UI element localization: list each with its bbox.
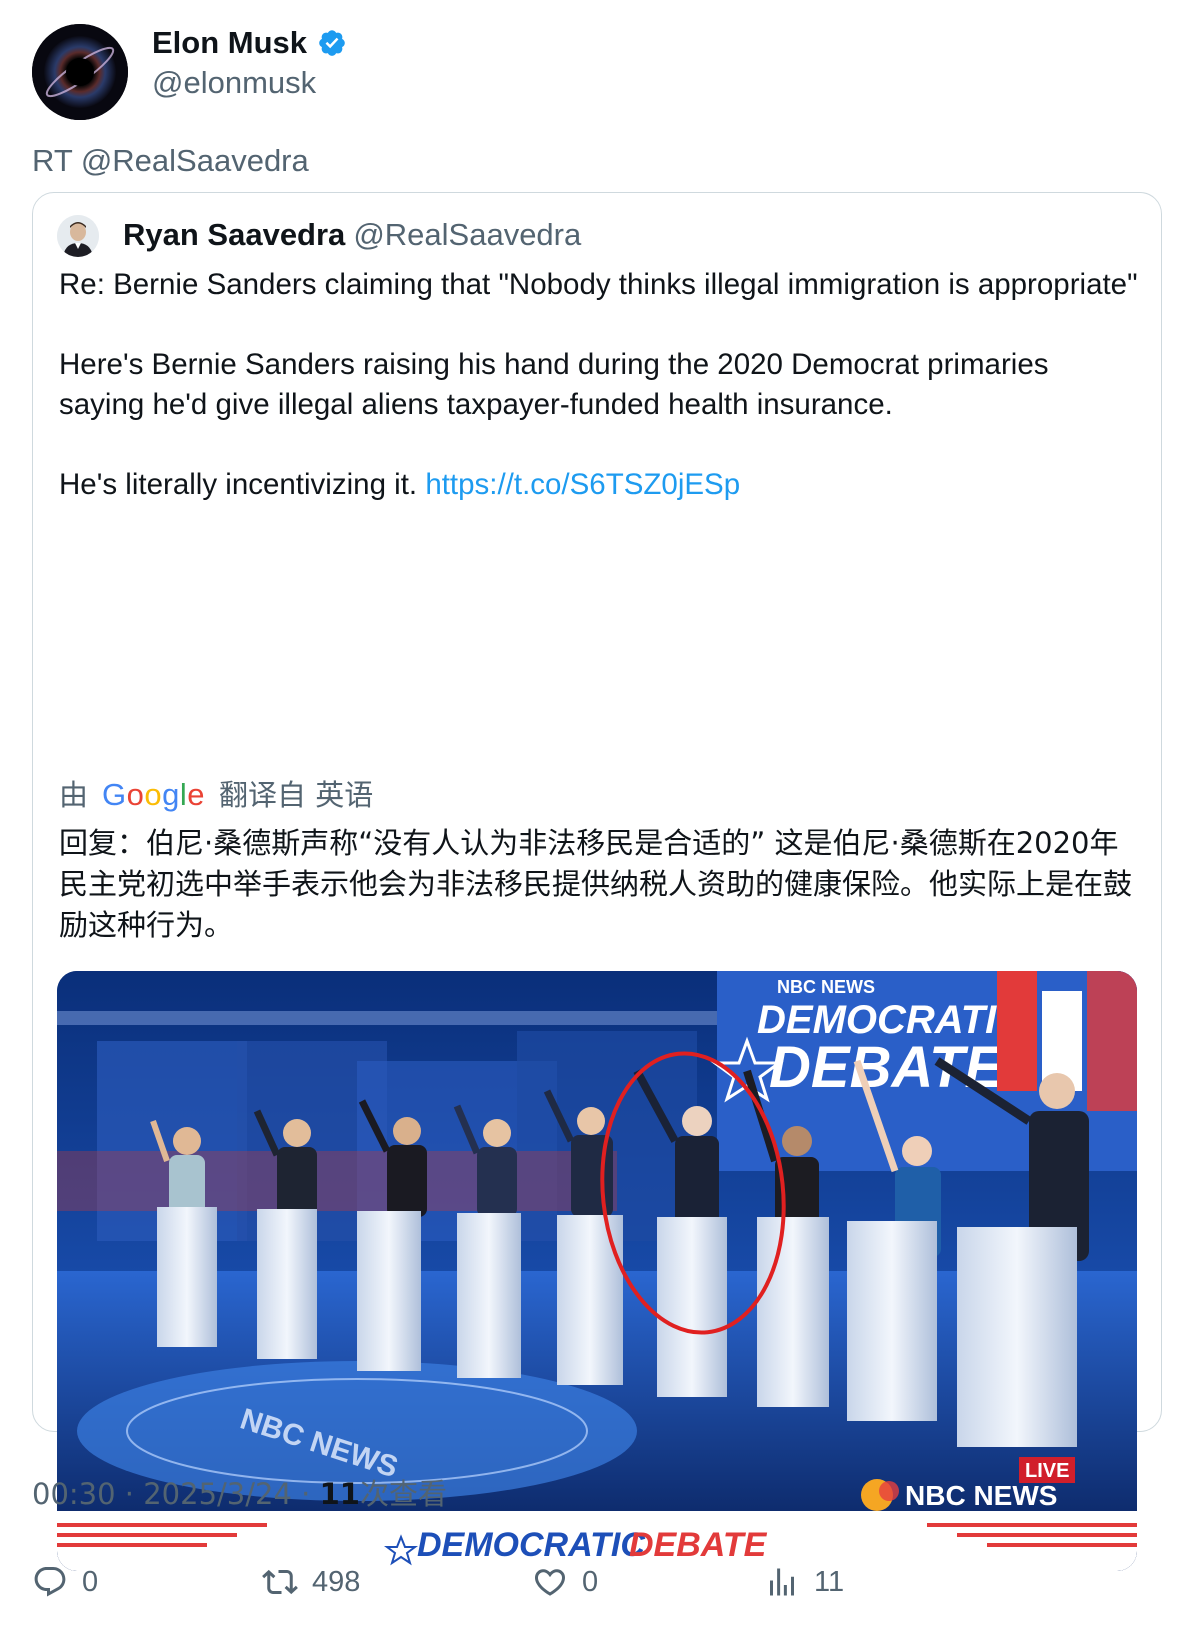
translation-attribution: 由 Google 翻译自 英语 <box>59 775 373 815</box>
tweet-time[interactable]: 00:30 <box>32 1477 116 1511</box>
google-logo: Google <box>102 777 206 812</box>
quoted-tweet-text: Re: Bernie Sanders claiming that "Nobody… <box>59 265 1139 545</box>
author-handle[interactable]: @elonmusk <box>152 64 316 102</box>
author-avatar[interactable] <box>32 24 128 120</box>
reply-count: 0 <box>82 1566 99 1598</box>
tweet-page: Elon Musk @elonmusk RT @RealSaavedra Rya… <box>0 0 1196 1630</box>
quoted-author-avatar[interactable] <box>57 215 99 257</box>
views-button[interactable]: 11 <box>764 1560 844 1604</box>
analytics-icon <box>770 1568 794 1596</box>
translated-text: 回复：伯尼·桑德斯声称“没有人认为非法移民是合适的” 这是伯尼·桑德斯在2020… <box>59 826 1133 942</box>
retweet-icon <box>262 1569 298 1595</box>
views-action-count: 11 <box>814 1566 845 1598</box>
tweet-link[interactable]: https://t.co/S6TSZ0jESp <box>425 468 740 501</box>
bottom-banner-debate: DEBATE <box>629 1526 768 1564</box>
meta-separator: · <box>124 1477 135 1511</box>
quoted-tweet-card[interactable]: Ryan Saavedra @RealSaavedra Re: Bernie Sa… <box>32 192 1162 1571</box>
retweet-count: 498 <box>312 1566 361 1598</box>
like-count: 0 <box>582 1566 599 1598</box>
live-badge: LIVE <box>1025 1460 1069 1482</box>
quoted-paragraph-3-text: He's literally incentivizing it. <box>59 468 418 501</box>
like-button[interactable]: 0 <box>532 1560 598 1604</box>
nbc-news-watermark: NBC NEWS <box>905 1480 1057 1511</box>
banner-nbc-small: NBC NEWS <box>777 977 875 997</box>
verified-badge-icon <box>319 30 345 56</box>
heart-icon <box>534 1569 566 1596</box>
quoted-author-handle[interactable]: @RealSaavedra <box>353 217 581 252</box>
views-count: 11 <box>319 1477 360 1511</box>
quoted-author-name[interactable]: Ryan Saavedra <box>123 217 345 252</box>
author-name-row[interactable]: Elon Musk <box>152 24 347 62</box>
retweet-button[interactable]: 498 <box>262 1560 360 1604</box>
views-label: 次查看 <box>359 1477 447 1511</box>
reply-icon <box>34 1567 66 1597</box>
translate-by-label: 由 <box>59 778 89 812</box>
tweet-meta: 00:30 · 2025/3/24 · 11次查看 <box>32 1474 447 1514</box>
reply-button[interactable]: 0 <box>32 1560 98 1604</box>
quoted-header: Ryan Saavedra @RealSaavedra <box>123 215 581 255</box>
retweet-label: RT @RealSaavedra <box>32 143 309 178</box>
bottom-banner-democratic: DEMOCRATIC <box>417 1526 645 1564</box>
quoted-paragraph-2: Here's Bernie Sanders raising his hand d… <box>59 348 1049 421</box>
action-bar: 0 498 0 11 <box>32 1560 1162 1610</box>
translate-from-label: 翻译自 英语 <box>219 778 374 812</box>
quoted-paragraph-3: He's literally incentivizing it. https:/… <box>59 465 1139 505</box>
tweet-date[interactable]: 2025/3/24 <box>143 1477 292 1511</box>
banner-debate: DEBATE <box>769 1035 1005 1100</box>
meta-separator: · <box>301 1477 311 1511</box>
quoted-paragraph-1: Re: Bernie Sanders claiming that "Nobody… <box>59 268 1138 301</box>
author-name[interactable]: Elon Musk <box>152 24 307 62</box>
